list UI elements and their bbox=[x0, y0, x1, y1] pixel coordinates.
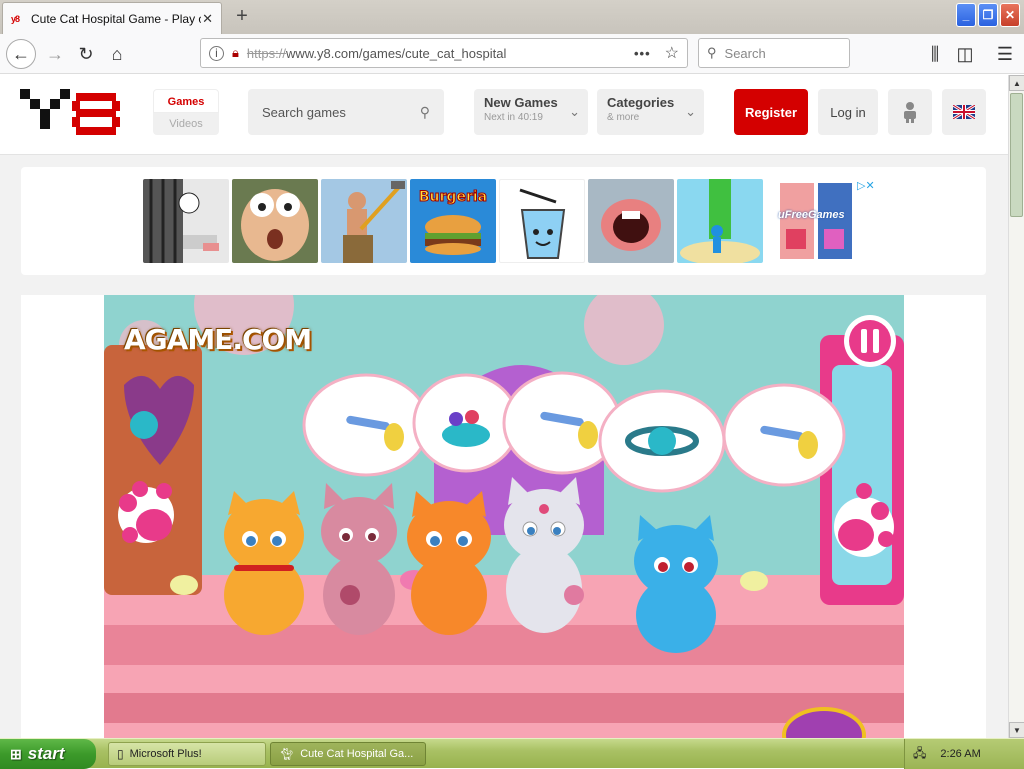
url-bar[interactable]: i 🔒︎ https:// www.y8.com/games/cute_cat_… bbox=[200, 38, 688, 68]
sidebar-icon[interactable]: ◫ bbox=[950, 39, 980, 69]
navigation-toolbar: ← → ↻ ⌂ i 🔒︎ https:// www.y8.com/games/c… bbox=[0, 34, 1024, 74]
close-window-button[interactable]: ✕ bbox=[1000, 3, 1020, 27]
language-selector[interactable] bbox=[942, 89, 986, 135]
game-canvas[interactable]: AGAME.COM bbox=[104, 295, 904, 738]
insecure-lock-icon: 🔒︎ bbox=[232, 45, 239, 60]
windows-flag-icon: ⊞ bbox=[10, 745, 22, 762]
y8-favicon-icon: y8 bbox=[11, 13, 20, 24]
site-search-input[interactable]: Search games ⚲ bbox=[248, 89, 444, 135]
forward-arrow-icon[interactable]: → bbox=[40, 39, 70, 69]
system-tray: 🖧︎ 2:26 AM bbox=[904, 739, 1024, 769]
uk-flag-icon bbox=[953, 105, 975, 119]
new-games-dropdown[interactable]: New Games Next in 40:19 ⌄ bbox=[474, 89, 588, 135]
program-icon: ▯ bbox=[117, 747, 124, 761]
login-button[interactable]: Log in bbox=[818, 89, 878, 135]
network-icon[interactable]: 🖧︎ bbox=[913, 744, 926, 765]
ad-choices-icon[interactable]: ▷✕ bbox=[857, 179, 875, 192]
hamburger-menu-icon[interactable]: ☰ bbox=[990, 39, 1020, 69]
cat-favicon-icon: 🐈︎ bbox=[279, 747, 295, 761]
browser-tab-strip: y8 Cute Cat Hospital Game - Play onli ✕ … bbox=[0, 0, 1024, 34]
ad-thumb-tower-runner[interactable] bbox=[677, 179, 763, 263]
minimize-button[interactable]: _ bbox=[956, 3, 976, 27]
site-header: Games Videos Search games ⚲ New Games Ne… bbox=[0, 75, 1008, 155]
back-arrow-icon[interactable]: ← bbox=[6, 39, 36, 69]
svg-text:Burgeria: Burgeria bbox=[419, 189, 487, 205]
maximize-button[interactable]: ❐ bbox=[978, 3, 998, 27]
taskbar-item-label: Cute Cat Hospital Ga... bbox=[300, 748, 414, 760]
page-content: Games Videos Search games ⚲ New Games Ne… bbox=[0, 75, 1008, 738]
ad-thumb-stickman-jail[interactable] bbox=[143, 179, 229, 263]
browser-search-placeholder: Search bbox=[724, 45, 766, 61]
categories-sub: & more bbox=[607, 112, 640, 123]
ad-banner: Burgeria uFreeGames ▷✕ bbox=[21, 167, 986, 275]
windows-taskbar: ⊞ start ▯ Microsoft Plus! 🐈︎ Cute Cat Ho… bbox=[0, 738, 1024, 769]
vertical-scrollbar[interactable]: ▲ ▼ bbox=[1008, 75, 1024, 738]
ad-thumb-ufreegames[interactable]: uFreeGames bbox=[776, 179, 856, 263]
taskbar-item-microsoft-plus[interactable]: ▯ Microsoft Plus! bbox=[108, 742, 266, 766]
ad-thumb-burgeria[interactable]: Burgeria bbox=[410, 179, 496, 263]
scroll-up-icon[interactable]: ▲ bbox=[1009, 75, 1024, 91]
browser-tab[interactable]: y8 Cute Cat Hospital Game - Play onli ✕ bbox=[2, 2, 222, 34]
search-icon[interactable]: ⚲ bbox=[420, 104, 430, 121]
chevron-down-icon: ⌄ bbox=[569, 104, 580, 119]
game-watermark: AGAME.COM bbox=[124, 323, 312, 356]
taskbar-item-firefox[interactable]: 🐈︎ Cute Cat Hospital Ga... bbox=[270, 742, 426, 766]
ad-thumb-hammer-man[interactable] bbox=[321, 179, 407, 263]
new-tab-icon[interactable]: + bbox=[232, 4, 252, 28]
clock[interactable]: 2:26 AM bbox=[940, 748, 980, 760]
tab-close-icon[interactable]: ✕ bbox=[202, 11, 213, 27]
site-info-icon[interactable]: i bbox=[209, 45, 224, 61]
ad-thumb-mouth[interactable] bbox=[588, 179, 674, 263]
page-actions-icon[interactable]: ••• bbox=[634, 46, 651, 61]
window-controls: _ ❐ ✕ bbox=[956, 3, 1020, 27]
reload-icon[interactable]: ↻ bbox=[71, 39, 101, 69]
url-scheme: https:// bbox=[246, 45, 286, 61]
scroll-down-icon[interactable]: ▼ bbox=[1009, 722, 1024, 738]
taskbar-item-label: Microsoft Plus! bbox=[129, 748, 202, 760]
new-games-countdown: Next in 40:19 bbox=[484, 112, 543, 123]
tab-games[interactable]: Games bbox=[153, 89, 219, 113]
game-scene bbox=[104, 295, 904, 738]
chevron-down-icon: ⌄ bbox=[685, 104, 696, 119]
game-container: AGAME.COM bbox=[21, 295, 986, 738]
register-button[interactable]: Register bbox=[734, 89, 808, 135]
scrollbar-thumb[interactable] bbox=[1010, 93, 1023, 217]
y8-logo[interactable] bbox=[20, 89, 124, 137]
ad-thumb-happy-glass[interactable] bbox=[499, 179, 585, 263]
search-icon: ⚲ bbox=[707, 45, 717, 60]
site-search-placeholder: Search games bbox=[262, 104, 346, 120]
ad-thumb-scared-face[interactable] bbox=[232, 179, 318, 263]
mode-tabs: Games Videos bbox=[153, 89, 219, 137]
browser-search-input[interactable]: ⚲ Search bbox=[698, 38, 850, 68]
new-games-label: New Games bbox=[484, 95, 558, 110]
person-icon bbox=[904, 102, 916, 123]
ad-brand-label: uFreeGames bbox=[778, 209, 845, 221]
home-icon[interactable]: ⌂ bbox=[102, 39, 132, 69]
categories-label: Categories bbox=[607, 95, 675, 110]
url-text: www.y8.com/games/cute_cat_hospital bbox=[285, 45, 507, 61]
start-button[interactable]: ⊞ start bbox=[0, 739, 96, 769]
user-avatar-icon[interactable] bbox=[888, 89, 932, 135]
tab-videos[interactable]: Videos bbox=[153, 113, 219, 135]
library-icon[interactable]: ⫼ bbox=[920, 39, 950, 69]
star-icon[interactable]: ☆ bbox=[665, 43, 679, 63]
categories-dropdown[interactable]: Categories & more ⌄ bbox=[597, 89, 704, 135]
start-label: start bbox=[27, 744, 65, 763]
tab-title: Cute Cat Hospital Game - Play onli bbox=[31, 11, 201, 26]
